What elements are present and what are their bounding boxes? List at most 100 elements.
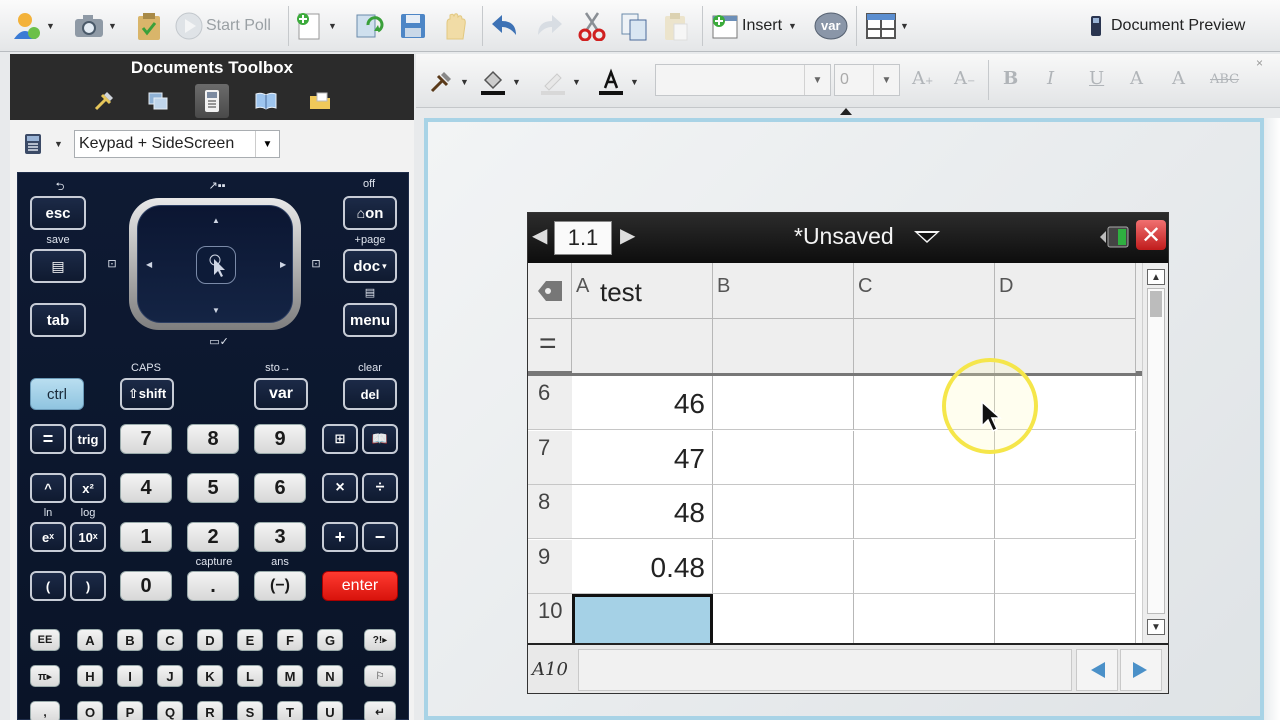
key-1[interactable]: 1	[120, 522, 172, 552]
formula-cell-a[interactable]	[572, 319, 713, 373]
save-button[interactable]	[396, 8, 430, 44]
collapse-toolbar-icon[interactable]	[840, 108, 852, 115]
tab-key[interactable]: tab	[30, 303, 86, 337]
tab-utilities[interactable]	[303, 84, 337, 118]
letter-key-q[interactable]: Q	[157, 701, 183, 720]
variables-button[interactable]: var	[814, 8, 848, 44]
formula-cell-b[interactable]	[713, 319, 854, 373]
vertical-scrollbar[interactable]: ▲ ▼	[1142, 263, 1168, 643]
return-key[interactable]: ↵	[364, 701, 396, 720]
flag-key[interactable]: ⚐	[364, 665, 396, 687]
letter-key-c[interactable]: C	[157, 629, 183, 651]
letter-key-e[interactable]: E	[237, 629, 263, 651]
comma-key[interactable]: ,	[30, 701, 60, 720]
caret-key[interactable]: ^	[30, 473, 66, 503]
insert-button[interactable]: Insert ▼	[708, 8, 797, 44]
doc-key[interactable]: doc ▾	[343, 249, 397, 283]
letter-key-a[interactable]: A	[77, 629, 103, 651]
document-title[interactable]: *Unsaved	[794, 223, 894, 250]
table-cell[interactable]	[713, 594, 854, 643]
column-header-d[interactable]: D	[995, 263, 1136, 319]
keypad-view-select[interactable]: Keypad + SideScreen ▼	[74, 130, 280, 158]
multiply-key[interactable]: ×	[322, 473, 358, 503]
chevron-down-icon[interactable]	[914, 231, 940, 243]
next-page-arrow-icon[interactable]: ▶	[620, 223, 635, 248]
letter-key-k[interactable]: K	[197, 665, 223, 687]
letter-key-m[interactable]: M	[277, 665, 303, 687]
column-header-e[interactable]	[1136, 263, 1142, 371]
underline-button[interactable]: U	[1089, 68, 1104, 89]
row-header[interactable]: 8	[528, 485, 572, 539]
esc-key[interactable]: esc	[30, 196, 86, 230]
decrease-font-button[interactable]: A−	[954, 68, 975, 89]
table-cell[interactable]: 47	[572, 430, 713, 485]
table-cell[interactable]	[995, 485, 1136, 539]
start-poll-button[interactable]: Start Poll	[172, 8, 271, 44]
row-header[interactable]: 7	[528, 430, 572, 485]
row-header[interactable]: 6	[528, 376, 572, 430]
key-2[interactable]: 2	[187, 522, 239, 552]
column-header-c[interactable]: C	[854, 263, 995, 319]
letter-key-o[interactable]: O	[77, 701, 103, 720]
nav-right-button[interactable]	[1120, 649, 1162, 691]
prev-page-arrow-icon[interactable]: ◀	[532, 223, 547, 248]
menu-key[interactable]: menu	[343, 303, 397, 337]
cut-button[interactable]	[575, 8, 609, 44]
ten-power-key[interactable]: 10ˣ	[70, 522, 106, 552]
letter-key-b[interactable]: B	[117, 629, 143, 651]
column-header-a[interactable]: Atest	[572, 263, 713, 319]
screen-capture-button[interactable]: ▼	[72, 8, 117, 44]
enter-key[interactable]: enter	[322, 571, 398, 601]
key-6[interactable]: 6	[254, 473, 306, 503]
undo-button[interactable]	[488, 8, 522, 44]
table-cell[interactable]	[713, 376, 854, 430]
letter-key-l[interactable]: L	[237, 665, 263, 687]
key-3[interactable]: 3	[254, 522, 306, 552]
plus-key[interactable]: +	[322, 522, 358, 552]
subscript-button[interactable]: A	[1172, 68, 1185, 89]
user-menu-button[interactable]: ▼	[10, 8, 55, 44]
divide-key[interactable]: ÷	[362, 473, 398, 503]
tab-page-sorter[interactable]	[141, 84, 175, 118]
letter-key-f[interactable]: F	[277, 629, 303, 651]
new-document-button[interactable]: ▼	[292, 8, 337, 44]
column-name[interactable]: test	[600, 277, 642, 308]
minus-key[interactable]: −	[362, 522, 398, 552]
negative-key[interactable]: (−)	[254, 571, 306, 601]
selected-cell[interactable]	[572, 594, 713, 643]
letter-key-s[interactable]: S	[237, 701, 263, 720]
increase-font-button[interactable]: A+	[912, 68, 933, 89]
letter-key-j[interactable]: J	[157, 665, 183, 687]
strikethrough-button[interactable]: ABC	[1210, 72, 1239, 87]
ctrl-key[interactable]: ctrl	[30, 378, 84, 410]
transfer-button[interactable]	[352, 8, 386, 44]
row-header[interactable]: 9	[528, 539, 572, 594]
template-key[interactable]: ⊞	[322, 424, 358, 454]
font-size-select[interactable]: 0 ▼	[834, 64, 900, 96]
table-cell[interactable]: 48	[572, 485, 713, 539]
scroll-thumb[interactable]	[1150, 291, 1162, 317]
table-cell[interactable]	[713, 539, 854, 594]
ee-key[interactable]: EE	[30, 629, 60, 651]
scroll-down-icon[interactable]: ▼	[1147, 619, 1165, 635]
trig-key[interactable]: trig	[70, 424, 106, 454]
table-cell[interactable]	[854, 594, 995, 643]
letter-key-p[interactable]: P	[117, 701, 143, 720]
key-0[interactable]: 0	[120, 571, 172, 601]
key-8[interactable]: 8	[187, 424, 239, 454]
left-paren-key[interactable]: (	[30, 571, 66, 601]
punctuation-key[interactable]: ?!▸	[364, 629, 396, 651]
tools-button[interactable]: ▼	[424, 64, 469, 100]
del-key[interactable]: del	[343, 378, 397, 410]
page-layout-button[interactable]: ▼	[864, 8, 909, 44]
close-icon[interactable]: ×	[1256, 56, 1263, 70]
scroll-up-icon[interactable]: ▲	[1147, 269, 1165, 285]
text-color-button[interactable]: ▼	[594, 64, 639, 100]
shift-key[interactable]: ⇧shift	[120, 378, 174, 410]
italic-button[interactable]: I	[1047, 68, 1054, 89]
paste-button[interactable]	[659, 8, 693, 44]
catalog-key[interactable]: 📖	[362, 424, 398, 454]
square-key[interactable]: x²	[70, 473, 106, 503]
cell-entry-input[interactable]	[578, 649, 1072, 691]
send-button[interactable]	[438, 8, 472, 44]
